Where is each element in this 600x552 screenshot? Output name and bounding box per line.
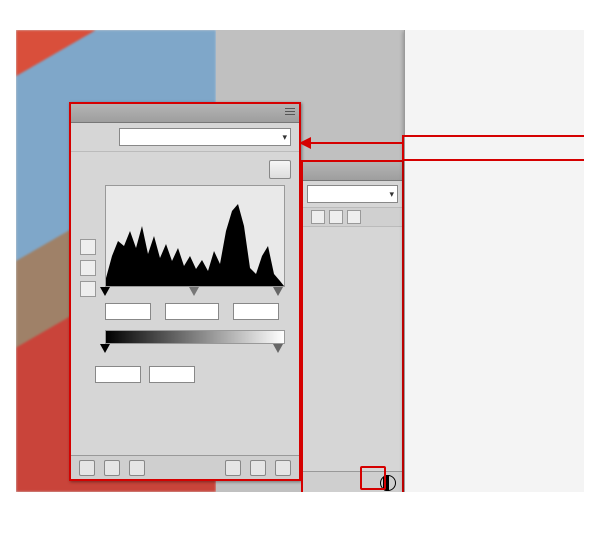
reset-icon[interactable] [250, 460, 266, 476]
input-black-field[interactable] [105, 303, 151, 320]
input-mid-field[interactable] [165, 303, 219, 320]
eyedropper-black-icon[interactable] [80, 239, 96, 255]
output-shadow-slider[interactable] [100, 344, 110, 353]
midtone-slider[interactable] [189, 287, 199, 296]
lock-pixels-icon[interactable] [329, 210, 343, 224]
lock-position-icon[interactable] [347, 210, 361, 224]
highlight-slider[interactable] [273, 287, 283, 296]
adjustment-layer-icon[interactable] [380, 475, 396, 491]
mask-icon[interactable] [362, 477, 375, 490]
output-white-field[interactable] [149, 366, 195, 383]
tutorial-screenshot [16, 30, 584, 492]
adjustments-footer [71, 455, 299, 479]
annotation-arrow [300, 136, 404, 150]
adjustments-tab[interactable] [71, 104, 299, 123]
input-white-field[interactable] [233, 303, 279, 320]
panel-menu-icon[interactable] [285, 108, 295, 116]
eyedropper-white-icon[interactable] [80, 281, 96, 297]
view-icon[interactable] [129, 460, 145, 476]
layer-list [303, 227, 402, 465]
return-icon[interactable] [79, 460, 95, 476]
layers-tab[interactable] [303, 162, 402, 181]
blend-mode-dropdown[interactable] [307, 185, 398, 203]
levels-preset-dropdown[interactable] [119, 128, 291, 146]
shadow-slider[interactable] [100, 287, 110, 296]
layers-panel [301, 160, 404, 492]
auto-button[interactable] [269, 160, 291, 179]
histogram[interactable] [105, 185, 285, 287]
clip-icon[interactable] [104, 460, 120, 476]
eyedropper-gray-icon[interactable] [80, 260, 96, 276]
adjustments-panel [69, 102, 301, 481]
prev-state-icon[interactable] [225, 460, 241, 476]
adjustment-context-menu [404, 30, 584, 492]
lock-transparent-icon[interactable] [311, 210, 325, 224]
eyedropper-tools [80, 239, 96, 297]
output-highlight-slider[interactable] [273, 344, 283, 353]
output-gradient[interactable] [105, 330, 285, 344]
output-black-field[interactable] [95, 366, 141, 383]
trash-icon[interactable] [275, 460, 291, 476]
